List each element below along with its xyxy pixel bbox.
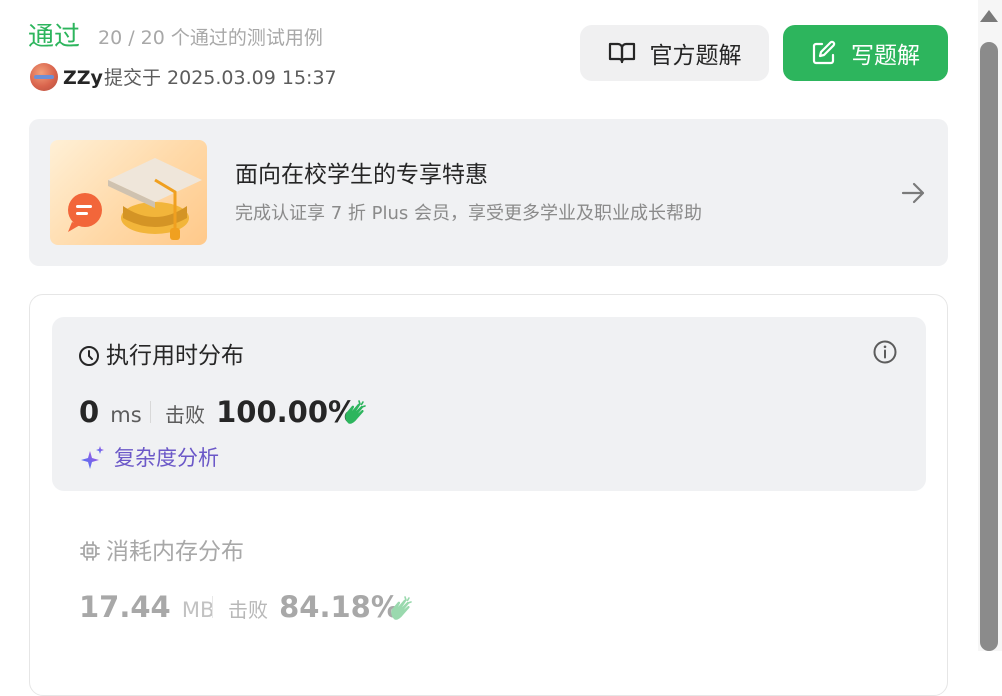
clap-icon [345, 400, 366, 424]
runtime-beat-label: 击败 [165, 403, 205, 427]
memory-title: 消耗内存分布 [106, 539, 244, 565]
memory-beat-label: 击败 [228, 598, 268, 622]
official-solution-label: 官方题解 [649, 43, 742, 69]
promo-subtitle: 完成认证享 7 折 Plus 会员，享受更多学业及职业成长帮助 [235, 203, 702, 224]
student-promo-banner[interactable]: 面向在校学生的专享特惠 完成认证享 7 折 Plus 会员，享受更多学业及职业成… [29, 119, 948, 266]
scrollbar-thumb[interactable] [980, 42, 998, 651]
scroll-up-arrow-icon[interactable] [980, 10, 998, 22]
submission-status: 通过 [28, 22, 81, 52]
avatar[interactable] [30, 63, 58, 91]
runtime-panel[interactable]: 执行用时分布 0 ms 击败 100.00% 复杂度分析 [52, 317, 926, 491]
complexity-analysis-link[interactable]: 复杂度分析 [114, 443, 219, 473]
book-icon [608, 42, 635, 64]
memory-unit: MB [181, 598, 215, 622]
edit-icon [812, 40, 836, 65]
runtime-value: 0 [79, 395, 100, 429]
submission-stats-card: 执行用时分布 0 ms 击败 100.00% 复杂度分析 消耗内存分布 17.4… [29, 294, 948, 696]
submit-time: 提交于 2025.03.09 15:37 [104, 67, 337, 89]
write-solution-button[interactable]: 写题解 [783, 25, 948, 81]
runtime-beat-value: 100.00% [216, 395, 358, 429]
runtime-unit: ms [110, 403, 142, 427]
divider [212, 596, 213, 618]
testcase-summary: 20 / 20 个通过的测试用例 [98, 27, 323, 49]
info-icon[interactable] [872, 339, 898, 365]
clock-icon [79, 346, 99, 366]
runtime-title: 执行用时分布 [106, 343, 244, 369]
graduation-cap-illustration [50, 140, 207, 245]
arrow-right-icon[interactable] [899, 179, 927, 207]
memory-value: 17.44 [79, 590, 171, 624]
memory-beat-value: 84.18% [279, 590, 400, 624]
divider [150, 401, 151, 423]
official-solution-button[interactable]: 官方题解 [580, 25, 769, 81]
username[interactable]: ZZy [63, 66, 103, 90]
clap-icon [391, 596, 412, 620]
chip-icon [80, 541, 100, 561]
write-solution-label: 写题解 [851, 43, 920, 69]
sparkle-icon [81, 446, 104, 469]
promo-title: 面向在校学生的专享特惠 [235, 162, 488, 188]
